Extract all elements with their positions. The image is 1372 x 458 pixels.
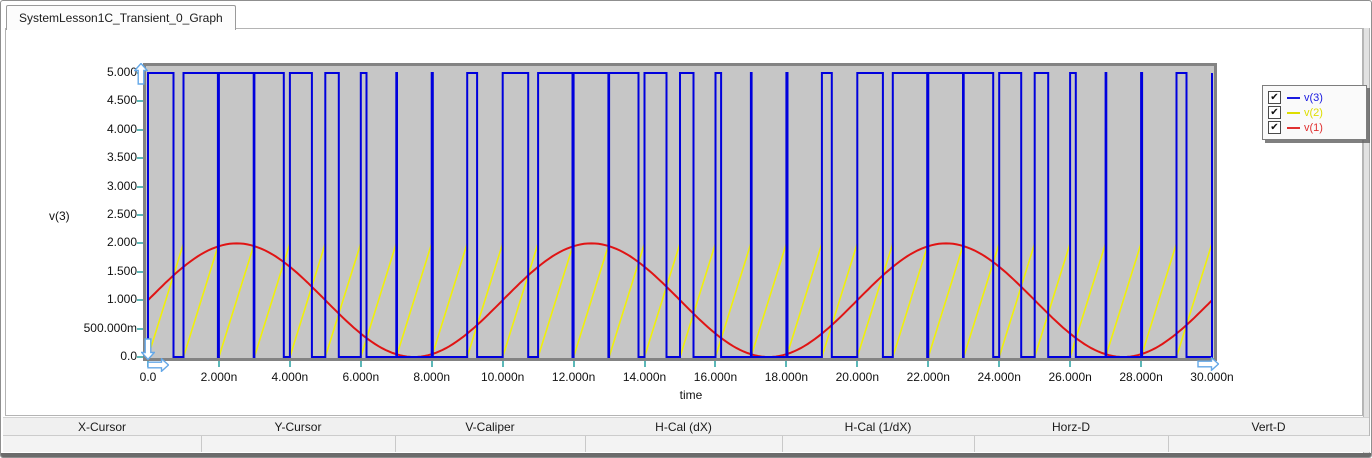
legend-swatch [1287,96,1300,99]
legend-label: v(2) [1304,106,1323,119]
y-tick-label: 500.000m [83,320,137,335]
legend-item-v-2: ✔ v(2) [1268,105,1361,120]
x-tick-mark [288,361,291,367]
legend-box: ✔ v(3) ✔ v(2) ✔ v(1) [1262,85,1367,140]
measure-label-horz-d: Horz-D [1052,420,1090,434]
legend-swatch [1287,111,1300,114]
measure-label-row: X-Cursor Y-Cursor V-Caliper H-Cal (dX) H-Cal… [3,417,1369,436]
x-tick-mark [714,361,717,367]
measure-label-x-cursor: X-Cursor [77,420,126,434]
legend-swatch [1287,126,1300,129]
y-tick-label: 3.000 [106,178,137,193]
measure-value-horz-d[interactable] [974,436,1169,452]
y-tick-label: 4.000 [106,121,137,136]
y-tick-label: 1.500 [106,263,137,278]
measure-label-v-caliper: V-Caliper [465,420,515,434]
x-tick-mark [1069,361,1072,367]
measure-value-h-cal-1-dx[interactable] [782,436,975,452]
measure-value-h-cal-dx[interactable] [585,436,783,452]
x-tick-mark [217,361,220,367]
measure-value-y-cursor[interactable] [201,436,396,452]
x-tick-mark [1140,361,1143,367]
tab-graph[interactable]: SystemLesson1C_Transient_0_Graph [6,5,236,30]
x-tick-label: 30.000n [1190,370,1234,384]
y-cursor-top-handle[interactable] [134,63,148,85]
plot-area[interactable] [143,63,1217,361]
legend-label: v(3) [1304,91,1323,104]
measure-label-y-cursor: Y-Cursor [274,420,322,434]
graph-window: SystemLesson1C_Transient_0_Graph v(3) 5.… [0,0,1372,458]
measure-value-row [3,436,1370,452]
y-cursor-bottom-handle[interactable] [141,338,155,360]
x-tick-mark [430,361,433,367]
measure-value-vert-d[interactable] [1168,436,1370,452]
y-tick-label: 1.000 [106,292,137,307]
legend-item-v-1: ✔ v(1) [1268,120,1361,135]
y-tick-label: 3.500 [106,150,137,165]
legend-checkbox-v-3[interactable]: ✔ [1268,91,1281,104]
legend-label: v(1) [1304,121,1323,134]
window-bottom-edge [1,453,1371,457]
measure-value-v-caliper[interactable] [395,436,586,452]
y-tick-label: 4.500 [106,93,137,108]
x-cursor-left-handle[interactable] [147,358,169,372]
measure-label-h-cal-dx: H-Cal (dX) [655,420,712,434]
x-tick-mark [927,361,930,367]
measure-label-h-cal-1-dx: H-Cal (1/dX) [844,420,912,434]
x-axis-title: time [679,388,703,402]
tab-title: SystemLesson1C_Transient_0_Graph [19,11,223,25]
x-tick-mark [501,361,504,367]
x-tick-mark [643,361,646,367]
waveform-canvas[interactable] [146,66,1214,358]
x-tick-mark [998,361,1001,367]
legend-checkbox-v-1[interactable]: ✔ [1268,121,1281,134]
x-tick-mark [572,361,575,367]
y-tick-label: 0.0 [120,349,137,363]
legend-item-v-3: ✔ v(3) [1268,90,1361,105]
trace-v3 [147,72,1213,358]
measure-value-x-cursor[interactable] [3,436,201,452]
y-tick-label: 2.000 [106,235,137,250]
x-tick-mark [359,361,362,367]
legend-checkbox-v-2[interactable]: ✔ [1268,106,1281,119]
measure-label-vert-d: Vert-D [1251,420,1286,434]
x-tick-mark [785,361,788,367]
y-tick-label: 5.000 [106,65,137,79]
x-cursor-right-handle[interactable] [1197,357,1219,371]
x-tick-mark [856,361,859,367]
y-tick-label: 2.500 [106,207,137,221]
